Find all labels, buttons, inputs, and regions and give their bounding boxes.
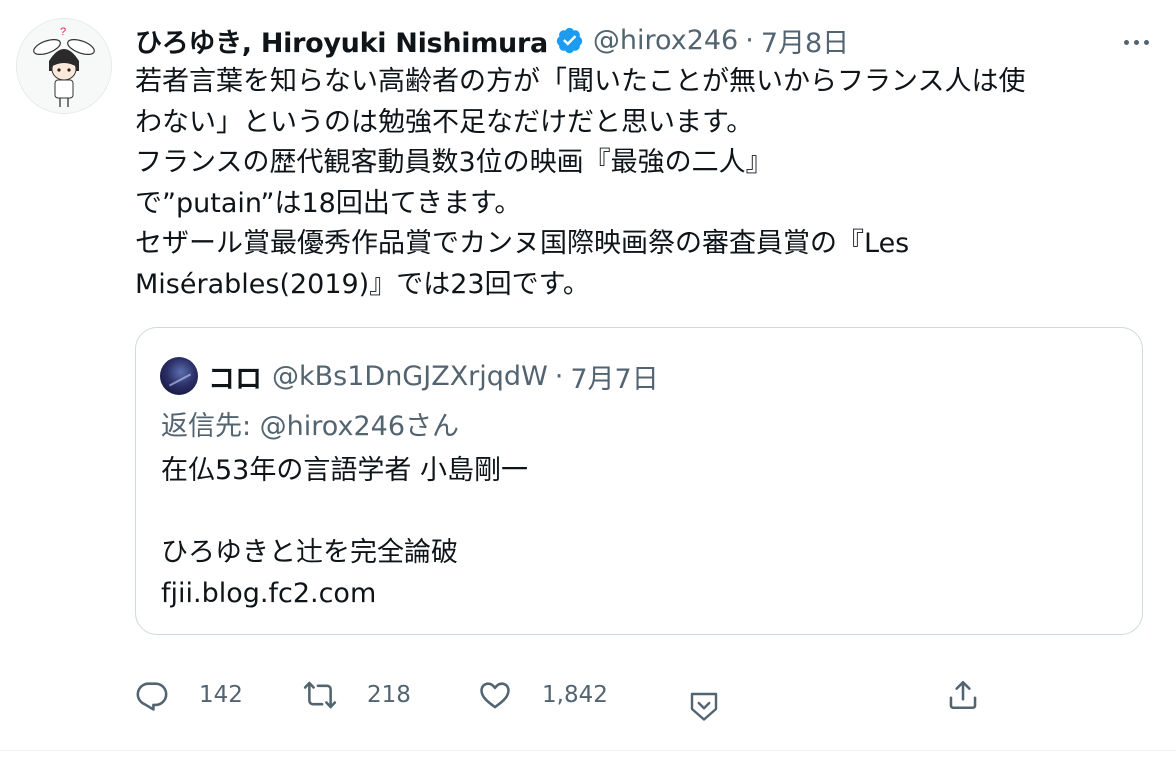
tweet-divider	[0, 750, 1176, 751]
avatar-illustration: ?	[17, 19, 111, 113]
quoted-tweet-text: 在仏53年の言語学者 小島剛一 ひろゆきと辻を完全論破 fjii.blog.fc…	[161, 450, 528, 614]
separator-dot: ·	[745, 24, 754, 56]
more-options-icon[interactable]	[1118, 24, 1154, 60]
retweet-count: 218	[367, 682, 411, 708]
chevron-down-icon	[690, 692, 718, 721]
tweet-text-line: Misérables(2019)』では23回です。	[135, 268, 590, 300]
reply-button[interactable]: 142	[135, 670, 243, 720]
tweet-text-line: フランスの歴代観客動員数3位の映画『最強の二人』	[135, 147, 773, 178]
author-avatar[interactable]: ?	[16, 18, 112, 114]
tweet-text: 若者言葉を知らない高齢者の方が「聞いたことが無いからフランス人は使 わない」とい…	[135, 62, 1145, 305]
quoted-text-line: fjii.blog.fc2.com	[161, 578, 377, 609]
tweet[interactable]: ? ひろゆき, Hiroyuki Nishimura @hirox246 · 7…	[0, 0, 1176, 762]
tweet-text-line: で”putain”は18回出てきます。	[135, 187, 522, 219]
tweet-header: ひろゆき, Hiroyuki Nishimura @hirox246 · 7月8…	[135, 20, 849, 60]
author-handle[interactable]: @hirox246	[593, 25, 738, 56]
quoted-tweet[interactable]: コロ @kBs1DnGJZXrjqdW · 7月7日 返信先: @hirox24…	[135, 327, 1143, 635]
heart-icon	[480, 682, 510, 709]
quoted-text-line: ひろゆきと辻を完全論破	[161, 537, 458, 568]
like-count: 1,842	[542, 682, 608, 708]
quoted-reply-to: 返信先: @hirox246さん	[161, 411, 460, 442]
quoted-tweet-header: コロ @kBs1DnGJZXrjqdW · 7月7日	[160, 356, 659, 396]
reply-icon	[136, 682, 168, 711]
tweet-text-line: わない」というのは勉強不足なだけだと思います。	[135, 106, 754, 138]
tweet-date[interactable]: 7月8日	[761, 21, 849, 60]
react-button[interactable]	[686, 688, 722, 724]
quoted-author-handle: @kBs1DnGJZXrjqdW	[272, 360, 548, 392]
quoted-text-line: 在仏53年の言語学者 小島剛一	[161, 455, 528, 486]
author-display-name[interactable]: ひろゆき, Hiroyuki Nishimura	[135, 21, 548, 60]
action-bar: 142 218 1,842	[0, 670, 1176, 726]
share-button[interactable]	[946, 670, 980, 720]
quoted-author-avatar	[160, 357, 198, 395]
quoted-author-display-name: コロ	[208, 363, 262, 395]
tweet-text-line: 若者言葉を知らない高齢者の方が「聞いたことが無いからフランス人は使	[135, 66, 1026, 97]
share-icon	[949, 680, 977, 710]
tweet-text-line: セザール賞最優秀作品賞でカンヌ国際映画祭の審査員賞の『Les	[135, 228, 910, 259]
separator-dot: ·	[554, 360, 564, 392]
like-button[interactable]: 1,842	[478, 670, 608, 720]
retweet-icon	[303, 681, 337, 709]
svg-text:?: ?	[60, 26, 66, 38]
quoted-text-line	[161, 491, 528, 532]
reply-count: 142	[199, 682, 243, 708]
retweet-button[interactable]: 218	[303, 670, 411, 720]
verified-badge-icon	[555, 26, 584, 55]
quoted-tweet-date: 7月7日	[570, 363, 659, 395]
